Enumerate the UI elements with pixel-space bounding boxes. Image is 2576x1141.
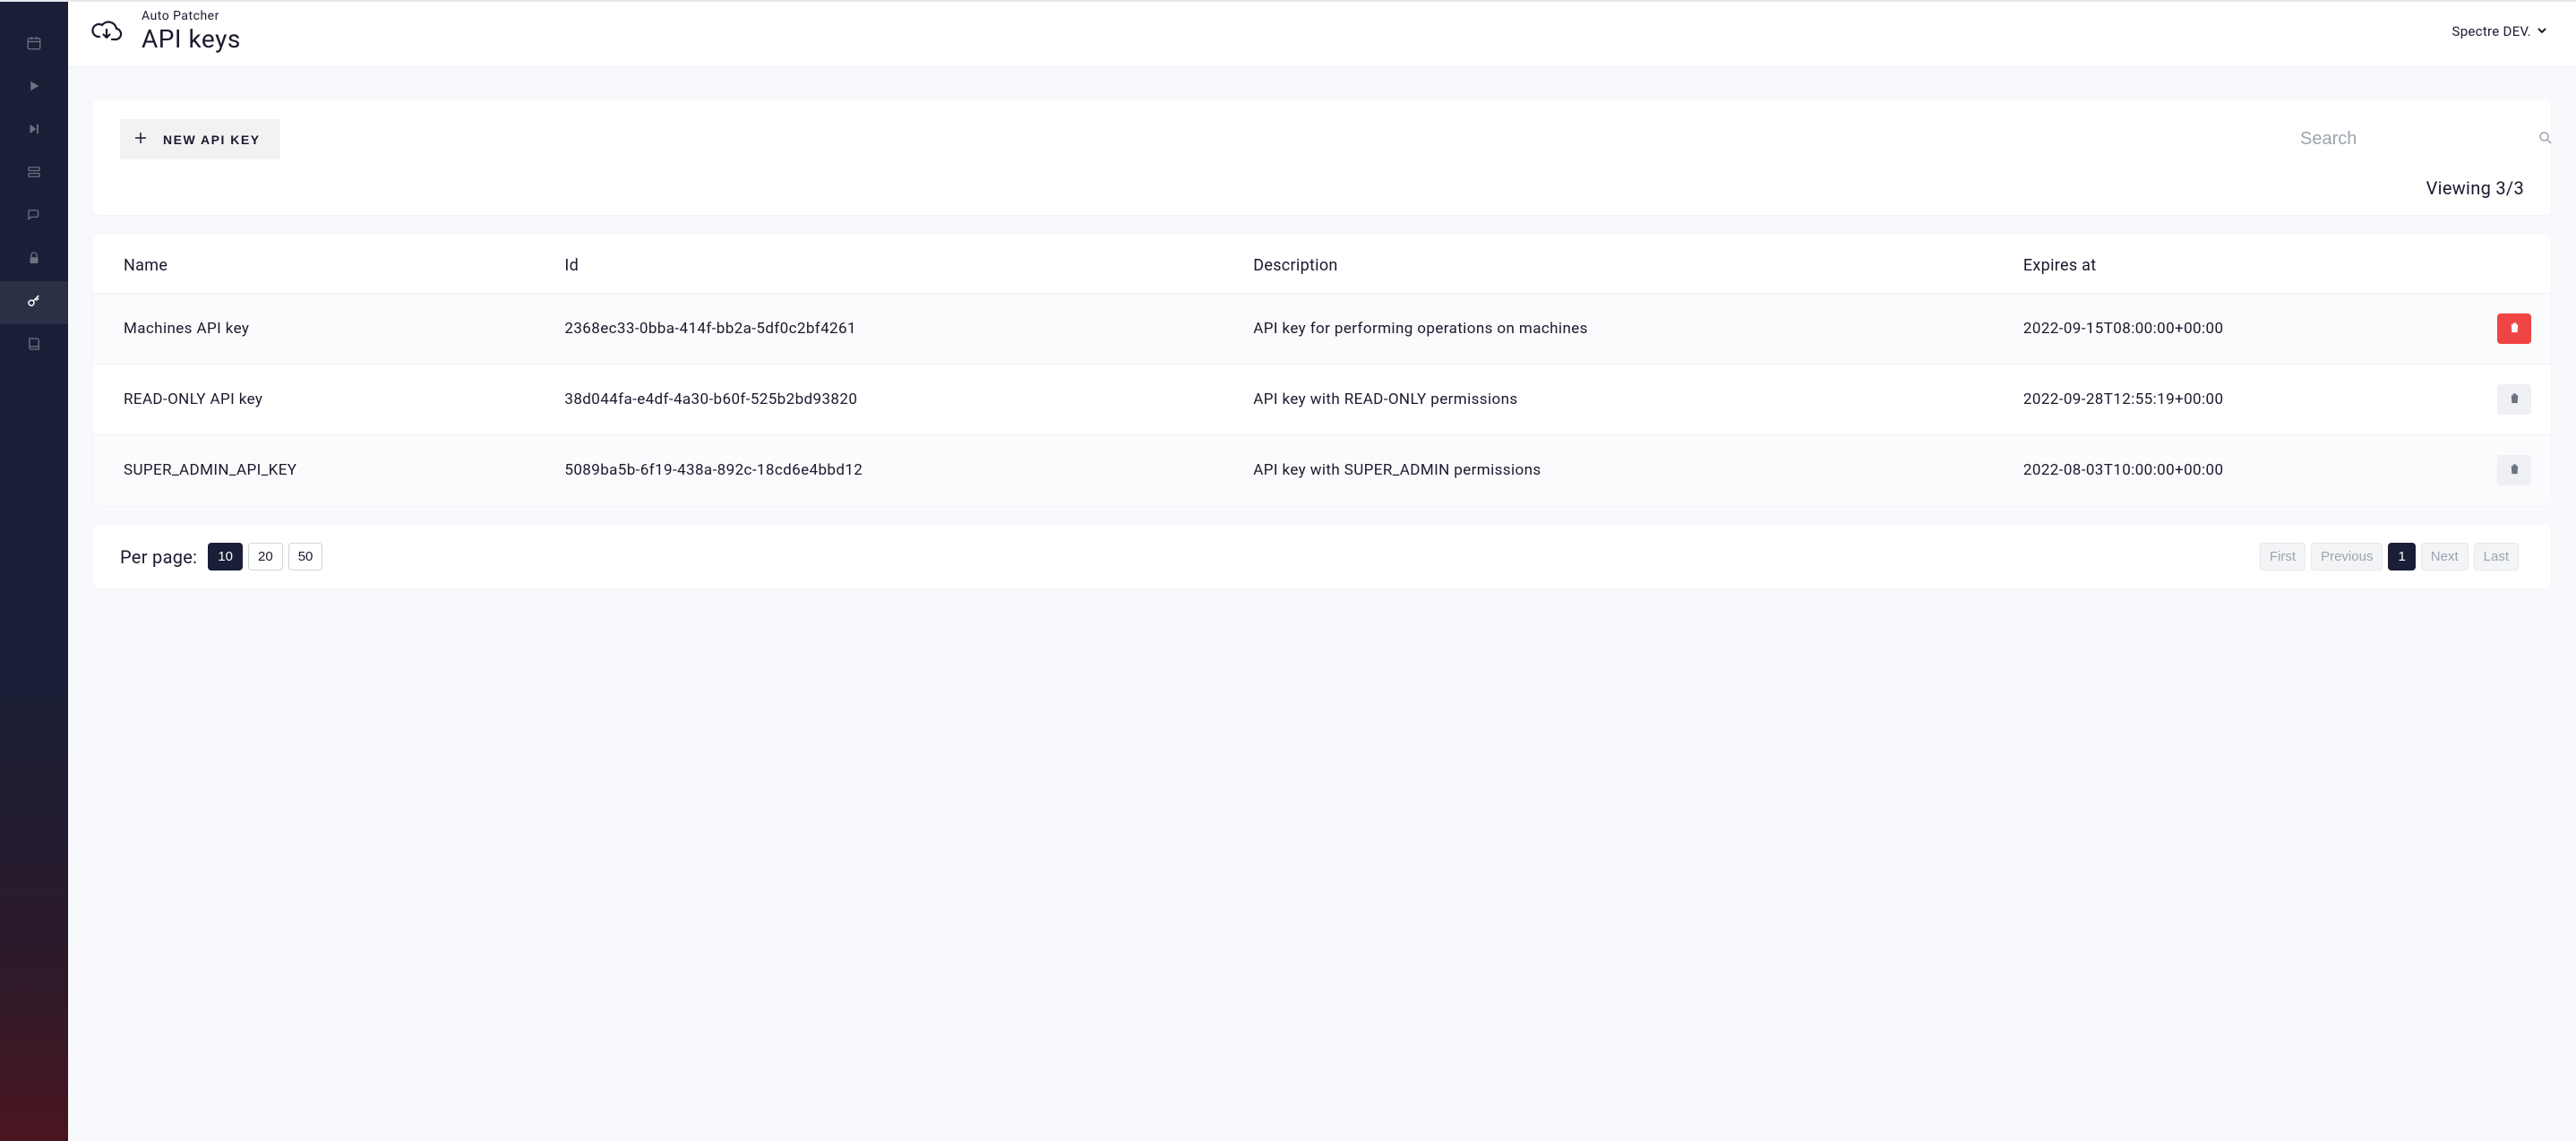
page-title: API keys <box>142 24 241 55</box>
new-api-key-button[interactable]: NEW API KEY <box>120 119 280 159</box>
pager-next-button[interactable]: Next <box>2421 543 2469 570</box>
sidebar-item-play[interactable] <box>0 66 68 109</box>
sidebar-item-lock[interactable] <box>0 238 68 281</box>
cell-expires: 2022-09-15T08:00:00+00:00 <box>2018 294 2488 365</box>
lock-icon <box>26 250 42 270</box>
logo <box>84 9 129 54</box>
api-keys-table: Name Id Description Expires at Machines … <box>93 235 2551 505</box>
col-expires: Expires at <box>2018 235 2488 294</box>
cell-expires: 2022-09-28T12:55:19+00:00 <box>2018 365 2488 435</box>
col-description: Description <box>1248 235 2018 294</box>
sidebar-item-book[interactable] <box>0 324 68 367</box>
search-icon <box>2537 130 2554 150</box>
pager-previous-button[interactable]: Previous <box>2311 543 2383 570</box>
top-divider <box>0 0 2576 2</box>
cell-expires: 2022-08-03T10:00:00+00:00 <box>2018 435 2488 506</box>
sidebar-item-key[interactable] <box>0 281 68 324</box>
toolbar-card: NEW API KEY Viewing 3/3 <box>93 99 2551 215</box>
per-page-label: Per page: <box>120 546 197 568</box>
chat-icon <box>26 207 42 227</box>
pager-first-button[interactable]: First <box>2260 543 2306 570</box>
play-icon <box>26 78 42 98</box>
table-row[interactable]: SUPER_ADMIN_API_KEY5089ba5b-6f19-438a-89… <box>93 435 2551 506</box>
search-input[interactable] <box>2300 129 2537 150</box>
pager-page-current[interactable]: 1 <box>2388 543 2415 570</box>
pagination-card: Per page: 102050 First Previous 1 Next L… <box>93 525 2551 588</box>
trash-icon <box>2508 391 2521 408</box>
cell-description: API key for performing operations on mac… <box>1248 294 2018 365</box>
cell-description: API key with READ-ONLY permissions <box>1248 365 2018 435</box>
cell-name: READ-ONLY API key <box>93 365 559 435</box>
skip-icon <box>26 121 42 141</box>
sidebar-item-skip[interactable] <box>0 109 68 152</box>
trash-icon <box>2508 462 2521 478</box>
topbar: Auto Patcher API keys Spectre DEV. <box>68 0 2576 67</box>
per-page-option-50[interactable]: 50 <box>288 543 323 570</box>
sidebar-item-server[interactable] <box>0 152 68 195</box>
cell-id: 38d044fa-e4df-4a30-b60f-525b2bd93820 <box>559 365 1248 435</box>
new-api-key-label: NEW API KEY <box>163 133 261 147</box>
user-menu[interactable]: Spectre DEV. <box>2452 23 2548 39</box>
sidebar-item-chat[interactable] <box>0 195 68 238</box>
per-page-option-10[interactable]: 10 <box>208 543 243 570</box>
app-subtitle: Auto Patcher <box>142 9 241 24</box>
user-name-label: Spectre DEV. <box>2452 23 2532 39</box>
cell-name: Machines API key <box>93 294 559 365</box>
cell-description: API key with SUPER_ADMIN permissions <box>1248 435 2018 506</box>
chevron-down-icon <box>2537 23 2547 39</box>
viewing-count: Viewing 3/3 <box>120 177 2524 199</box>
col-id: Id <box>559 235 1248 294</box>
table-card: Name Id Description Expires at Machines … <box>93 235 2551 505</box>
table-row[interactable]: READ-ONLY API key38d044fa-e4df-4a30-b60f… <box>93 365 2551 435</box>
calendar-icon <box>26 35 42 55</box>
trash-icon <box>2508 321 2521 337</box>
cell-id: 2368ec33-0bba-414f-bb2a-5df0c2bf4261 <box>559 294 1248 365</box>
cell-name: SUPER_ADMIN_API_KEY <box>93 435 559 506</box>
pager-last-button[interactable]: Last <box>2474 543 2519 570</box>
delete-button[interactable] <box>2497 384 2531 415</box>
cell-id: 5089ba5b-6f19-438a-892c-18cd6e4bbd12 <box>559 435 1248 506</box>
key-icon <box>26 293 42 313</box>
table-row[interactable]: Machines API key2368ec33-0bba-414f-bb2a-… <box>93 294 2551 365</box>
per-page-option-20[interactable]: 20 <box>248 543 283 570</box>
delete-button[interactable] <box>2497 313 2531 344</box>
delete-button[interactable] <box>2497 455 2531 485</box>
col-name: Name <box>93 235 559 294</box>
server-icon <box>26 164 42 184</box>
plus-icon <box>133 130 149 149</box>
sidebar-item-calendar[interactable] <box>0 23 68 66</box>
sidebar-nav <box>0 0 68 1141</box>
book-icon <box>26 336 42 356</box>
